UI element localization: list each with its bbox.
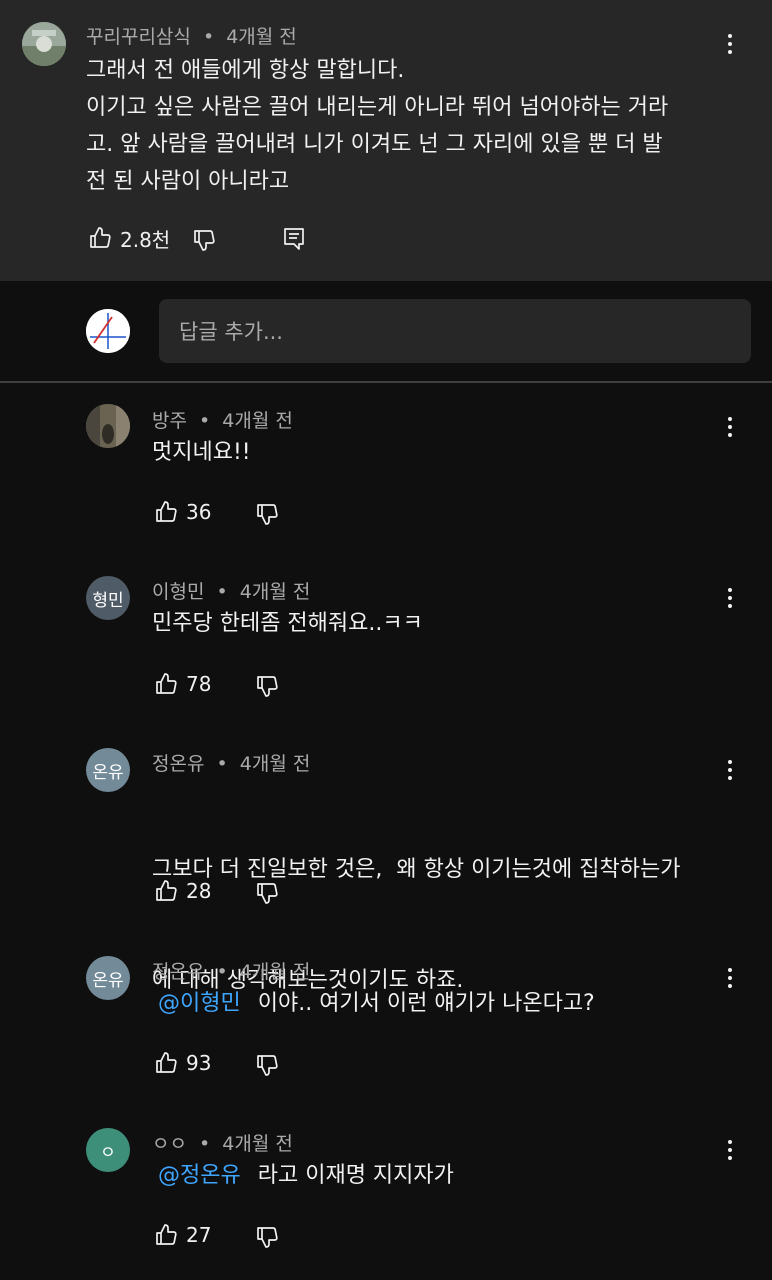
reply-time: 4개월 전 [222, 410, 293, 432]
dislike-button[interactable] [255, 499, 279, 529]
thumbs-up-icon [156, 673, 177, 694]
reply-line: 멋지네요!! [152, 440, 251, 465]
like-button[interactable]: 78 [154, 669, 211, 699]
parent-comment: 꾸리꾸리삼식 • 4개월 전 그래서 전 애들에게 항상 말합니다. 이기고 싶… [0, 0, 772, 281]
author-name[interactable]: 이형민 [152, 581, 204, 603]
add-reply-input[interactable]: 답글 추가... [159, 299, 751, 363]
dislike-button[interactable] [255, 878, 279, 908]
thumbs-down-icon [194, 230, 215, 251]
thumbs-down-icon [257, 1227, 278, 1248]
reply-button[interactable] [282, 224, 306, 254]
user-avatar-icon [86, 309, 130, 353]
reply-meta: 방주 • 4개월 전 [152, 406, 293, 433]
avatar-photo-icon [22, 22, 66, 66]
reply-meta: 정온유 • 4개월 전 [152, 749, 310, 776]
more-options-icon[interactable] [716, 583, 744, 613]
reply-time: 4개월 전 [239, 961, 311, 983]
more-options-icon[interactable] [716, 1135, 744, 1165]
avatar-initials: 온유 [92, 762, 124, 783]
like-count: 78 [186, 672, 212, 696]
dislike-button[interactable] [192, 225, 216, 255]
meta-separator: • [199, 410, 211, 432]
comment-reply-icon [284, 228, 304, 250]
reply-text: @이형민 이야.. 여기서 이런 얘기가 나온다고? [158, 985, 595, 1022]
author-name[interactable]: 방주 [152, 410, 187, 432]
avatar-photo-icon [86, 404, 130, 448]
like-count: 28 [186, 879, 212, 903]
thumbs-down-icon [257, 676, 278, 697]
reply-avatar[interactable]: ㅇ [86, 1128, 130, 1172]
author-avatar[interactable] [22, 22, 66, 66]
comment-meta: 꾸리꾸리삼식 • 4개월 전 [86, 22, 297, 49]
thumbs-up-icon [156, 1224, 177, 1245]
more-options-icon[interactable] [716, 963, 744, 993]
meta-separator: • [216, 581, 228, 603]
thumbs-down-icon [257, 883, 278, 904]
reply-line: 이야.. 여기서 이런 얘기가 나온다고? [257, 991, 595, 1016]
thumbs-down-icon [257, 1055, 278, 1076]
meta-separator: • [216, 753, 228, 775]
thumbs-up-icon [156, 1052, 177, 1073]
like-count: 27 [186, 1223, 212, 1247]
comment-text: 그래서 전 애들에게 항상 말합니다. 이기고 싶은 사람은 끌어 내리는게 아… [86, 52, 668, 200]
like-button[interactable]: 28 [154, 876, 211, 906]
thumbs-up-icon [156, 880, 177, 901]
thumbs-up-icon [156, 501, 177, 522]
comment-line: 전 된 사람이 아니라고 [86, 169, 290, 194]
divider [0, 381, 772, 383]
more-options-icon[interactable] [716, 755, 744, 785]
comment-line: 이기고 싶은 사람은 끌어 내리는게 아니라 뛰어 넘어야하는 거라 [86, 95, 669, 120]
reply-line: 그보다 더 진일보한 것은, 왜 항상 이기는것에 집착하는가 [152, 857, 681, 882]
dislike-button[interactable] [255, 1050, 279, 1080]
meta-separator: • [216, 961, 228, 983]
reply-avatar[interactable]: 온유 [86, 956, 130, 1000]
mention-link[interactable]: @정온유 [158, 1163, 241, 1188]
thumbs-up-icon [90, 227, 111, 248]
my-avatar [86, 309, 130, 353]
dislike-button[interactable] [255, 671, 279, 701]
reply-text: 민주당 한테좀 전해줘요..ㅋㅋ [152, 605, 423, 642]
reply-placeholder: 답글 추가... [179, 320, 283, 344]
reply-text: 멋지네요!! [152, 434, 251, 471]
comment-line: 그래서 전 애들에게 항상 말합니다. [86, 58, 405, 83]
like-button[interactable]: 93 [154, 1048, 211, 1078]
reply-text: @정온유 라고 이재명 지지자가 [158, 1157, 454, 1194]
comment-time: 4개월 전 [226, 26, 297, 48]
avatar-initials: 형민 [92, 590, 124, 611]
reply-line: 라고 이재명 지지자가 [257, 1163, 454, 1188]
comment-line: 고. 앞 사람을 끌어내려 니가 이겨도 넌 그 자리에 있을 뿐 더 발 [86, 132, 663, 157]
reply-time: 4개월 전 [222, 1133, 293, 1155]
reply-avatar[interactable] [86, 404, 130, 448]
meta-separator: • [199, 1133, 211, 1155]
avatar-initials: 온유 [92, 970, 124, 991]
mention-link[interactable]: @이형민 [158, 991, 241, 1016]
reply-avatar[interactable]: 온유 [86, 748, 130, 792]
reply-meta: 정온유 • 4개월 전 [152, 957, 310, 984]
reply-line: 민주당 한테좀 전해줘요..ㅋㅋ [152, 611, 423, 636]
reply-avatar[interactable]: 형민 [86, 576, 130, 620]
meta-separator: • [202, 26, 215, 48]
avatar-initials: ㅇ [100, 1142, 116, 1163]
like-button[interactable]: 2.8천 [88, 223, 170, 253]
reply-time: 4개월 전 [239, 581, 311, 603]
like-count: 36 [186, 500, 212, 524]
reply-meta: 이형민 • 4개월 전 [152, 577, 310, 604]
author-name[interactable]: ㅇㅇ [152, 1133, 187, 1155]
reply-meta: ㅇㅇ • 4개월 전 [152, 1129, 293, 1156]
like-button[interactable]: 27 [154, 1220, 211, 1250]
like-count: 2.8천 [120, 227, 171, 252]
reply-time: 4개월 전 [239, 753, 311, 775]
author-name[interactable]: 정온유 [152, 753, 204, 775]
more-options-icon[interactable] [716, 412, 744, 442]
thumbs-down-icon [257, 504, 278, 525]
author-name[interactable]: 정온유 [152, 961, 204, 983]
dislike-button[interactable] [255, 1222, 279, 1252]
like-button[interactable]: 36 [154, 497, 211, 527]
like-count: 93 [186, 1051, 212, 1075]
more-options-icon[interactable] [716, 29, 744, 59]
author-name[interactable]: 꾸리꾸리삼식 [86, 26, 191, 48]
